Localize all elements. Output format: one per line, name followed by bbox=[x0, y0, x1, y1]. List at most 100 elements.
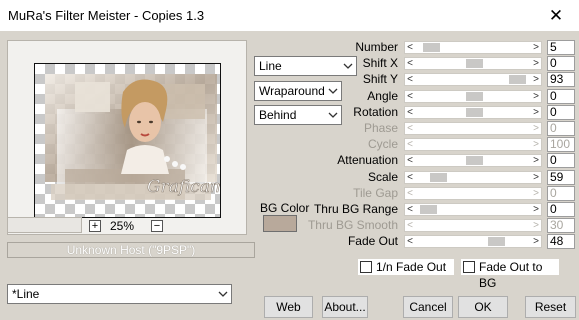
shift-x-value[interactable]: 0 bbox=[547, 56, 575, 71]
preset-dropdown[interactable]: *Line bbox=[7, 284, 232, 304]
chevron-right-icon[interactable]: > bbox=[531, 42, 541, 53]
zoom-track[interactable] bbox=[7, 217, 82, 233]
chevron-right-icon[interactable]: > bbox=[531, 91, 541, 102]
angle-value[interactable]: 0 bbox=[547, 89, 575, 104]
rotation-label: Rotation bbox=[353, 105, 398, 119]
attenuation-value[interactable]: 0 bbox=[547, 153, 575, 168]
chevron-left-icon[interactable]: < bbox=[405, 58, 415, 69]
checkbox-box bbox=[360, 261, 372, 273]
fade-out-slider[interactable]: < > bbox=[404, 235, 542, 248]
chevron-left-icon: < bbox=[407, 220, 413, 231]
slider-thumb[interactable] bbox=[509, 75, 526, 84]
scale-slider[interactable]: < > bbox=[404, 171, 542, 184]
fade-out-label: Fade Out bbox=[347, 234, 398, 248]
rotation-slider[interactable]: < > bbox=[404, 106, 542, 119]
chevron-left-icon[interactable]: < bbox=[405, 155, 415, 166]
slider-thumb[interactable] bbox=[420, 205, 437, 214]
chevron-left-icon[interactable]: < bbox=[405, 91, 415, 102]
chevron-right-icon[interactable]: > bbox=[531, 155, 541, 166]
shift-y-label: Shift Y bbox=[362, 72, 398, 86]
tile-gap-value: 0 bbox=[547, 186, 575, 201]
chevron-right-icon: > bbox=[533, 188, 539, 199]
chevron-left-icon[interactable]: < bbox=[405, 42, 415, 53]
cancel-button[interactable]: Cancel bbox=[403, 296, 453, 318]
chevron-left-icon[interactable]: < bbox=[405, 74, 415, 85]
about-button[interactable]: About... bbox=[322, 296, 368, 318]
shift-y-value[interactable]: 93 bbox=[547, 72, 575, 87]
preview-image: Graficamia bbox=[45, 74, 221, 200]
chevron-right-icon[interactable]: > bbox=[531, 236, 541, 247]
attenuation-slider[interactable]: < > bbox=[404, 154, 542, 167]
ok-button[interactable]: OK bbox=[458, 296, 508, 318]
rotation-value[interactable]: 0 bbox=[547, 105, 575, 120]
thru-bg-range-value[interactable]: 0 bbox=[547, 202, 575, 217]
close-icon[interactable]: ✕ bbox=[533, 0, 579, 31]
scale-label: Scale bbox=[367, 170, 398, 184]
filter-dialog: Graficamia + 25% − Unknown Host ("9PSP")… bbox=[0, 31, 579, 320]
phase-value: 0 bbox=[547, 121, 575, 136]
thru-bg-smooth-slider: < > bbox=[404, 219, 542, 232]
chevron-right-icon: > bbox=[533, 123, 539, 134]
slider-thumb[interactable] bbox=[488, 237, 505, 246]
cycle-label: Cycle bbox=[367, 137, 398, 151]
zoom-level: 25% bbox=[110, 219, 135, 233]
thru-bg-range-slider[interactable]: < > bbox=[404, 203, 542, 216]
slider-thumb[interactable] bbox=[466, 108, 483, 117]
chevron-left-icon: < bbox=[407, 123, 413, 134]
fade-bg-label: Fade Out to BG bbox=[479, 260, 543, 290]
fade-bg-checkbox[interactable]: Fade Out to BG bbox=[461, 259, 559, 290]
chevron-left-icon: < bbox=[407, 188, 413, 199]
shift-x-label: Shift X bbox=[362, 56, 398, 70]
zoom-out-button[interactable]: − bbox=[151, 220, 163, 232]
chevron-right-icon: > bbox=[533, 139, 539, 150]
angle-label: Angle bbox=[367, 89, 398, 103]
preview-canvas[interactable]: Graficamia bbox=[34, 63, 221, 218]
angle-slider[interactable]: < > bbox=[404, 90, 542, 103]
thru-bg-smooth-label: Thru BG Smooth bbox=[307, 218, 398, 232]
fade-1n-checkbox[interactable]: 1/n Fade Out bbox=[358, 259, 454, 275]
chevron-down-icon bbox=[218, 291, 228, 297]
chevron-right-icon[interactable]: > bbox=[531, 74, 541, 85]
slider-thumb[interactable] bbox=[423, 43, 440, 52]
number-label: Number bbox=[355, 40, 398, 54]
cycle-value: 100 bbox=[547, 137, 575, 152]
phase-label: Phase bbox=[363, 121, 398, 135]
attenuation-label: Attenuation bbox=[337, 153, 398, 167]
thru-bg-range-label: Thru BG Range bbox=[313, 202, 398, 216]
chevron-left-icon[interactable]: < bbox=[405, 172, 415, 183]
preview-panel: Graficamia bbox=[7, 40, 247, 235]
zoom-in-button[interactable]: + bbox=[89, 220, 101, 232]
web-button[interactable]: Web bbox=[264, 296, 313, 318]
chevron-left-icon[interactable]: < bbox=[405, 107, 415, 118]
tile-gap-slider: < > bbox=[404, 187, 542, 200]
scale-value[interactable]: 59 bbox=[547, 170, 575, 185]
shift-y-slider[interactable]: < > bbox=[404, 73, 542, 86]
chevron-right-icon: > bbox=[533, 220, 539, 231]
tile-gap-label: Tile Gap bbox=[353, 186, 398, 200]
chevron-right-icon[interactable]: > bbox=[531, 107, 541, 118]
window-title: MuRa's Filter Meister - Copies 1.3 bbox=[8, 8, 205, 23]
chevron-left-icon[interactable]: < bbox=[405, 204, 415, 215]
slider-thumb[interactable] bbox=[466, 59, 483, 68]
watermark-text: Graficamia bbox=[147, 177, 221, 197]
host-label: Unknown Host ("9PSP") bbox=[7, 242, 255, 258]
fade-out-value[interactable]: 48 bbox=[547, 234, 575, 249]
reset-button[interactable]: Reset bbox=[525, 296, 576, 318]
chevron-left-icon: < bbox=[407, 139, 413, 150]
number-slider[interactable]: < > bbox=[404, 41, 542, 54]
cycle-slider: < > bbox=[404, 138, 542, 151]
shift-x-slider[interactable]: < > bbox=[404, 57, 542, 70]
number-value[interactable]: 5 bbox=[547, 40, 575, 55]
phase-slider: < > bbox=[404, 122, 542, 135]
chevron-right-icon[interactable]: > bbox=[531, 58, 541, 69]
fade-1n-label: 1/n Fade Out bbox=[376, 260, 447, 274]
chevron-right-icon[interactable]: > bbox=[531, 172, 541, 183]
slider-thumb[interactable] bbox=[466, 156, 483, 165]
slider-thumb[interactable] bbox=[466, 92, 483, 101]
checkbox-box bbox=[463, 261, 475, 273]
preset-value: *Line bbox=[12, 287, 40, 301]
thru-bg-smooth-value: 30 bbox=[547, 218, 575, 233]
chevron-right-icon[interactable]: > bbox=[531, 204, 541, 215]
slider-thumb[interactable] bbox=[430, 173, 447, 182]
chevron-left-icon[interactable]: < bbox=[405, 236, 415, 247]
